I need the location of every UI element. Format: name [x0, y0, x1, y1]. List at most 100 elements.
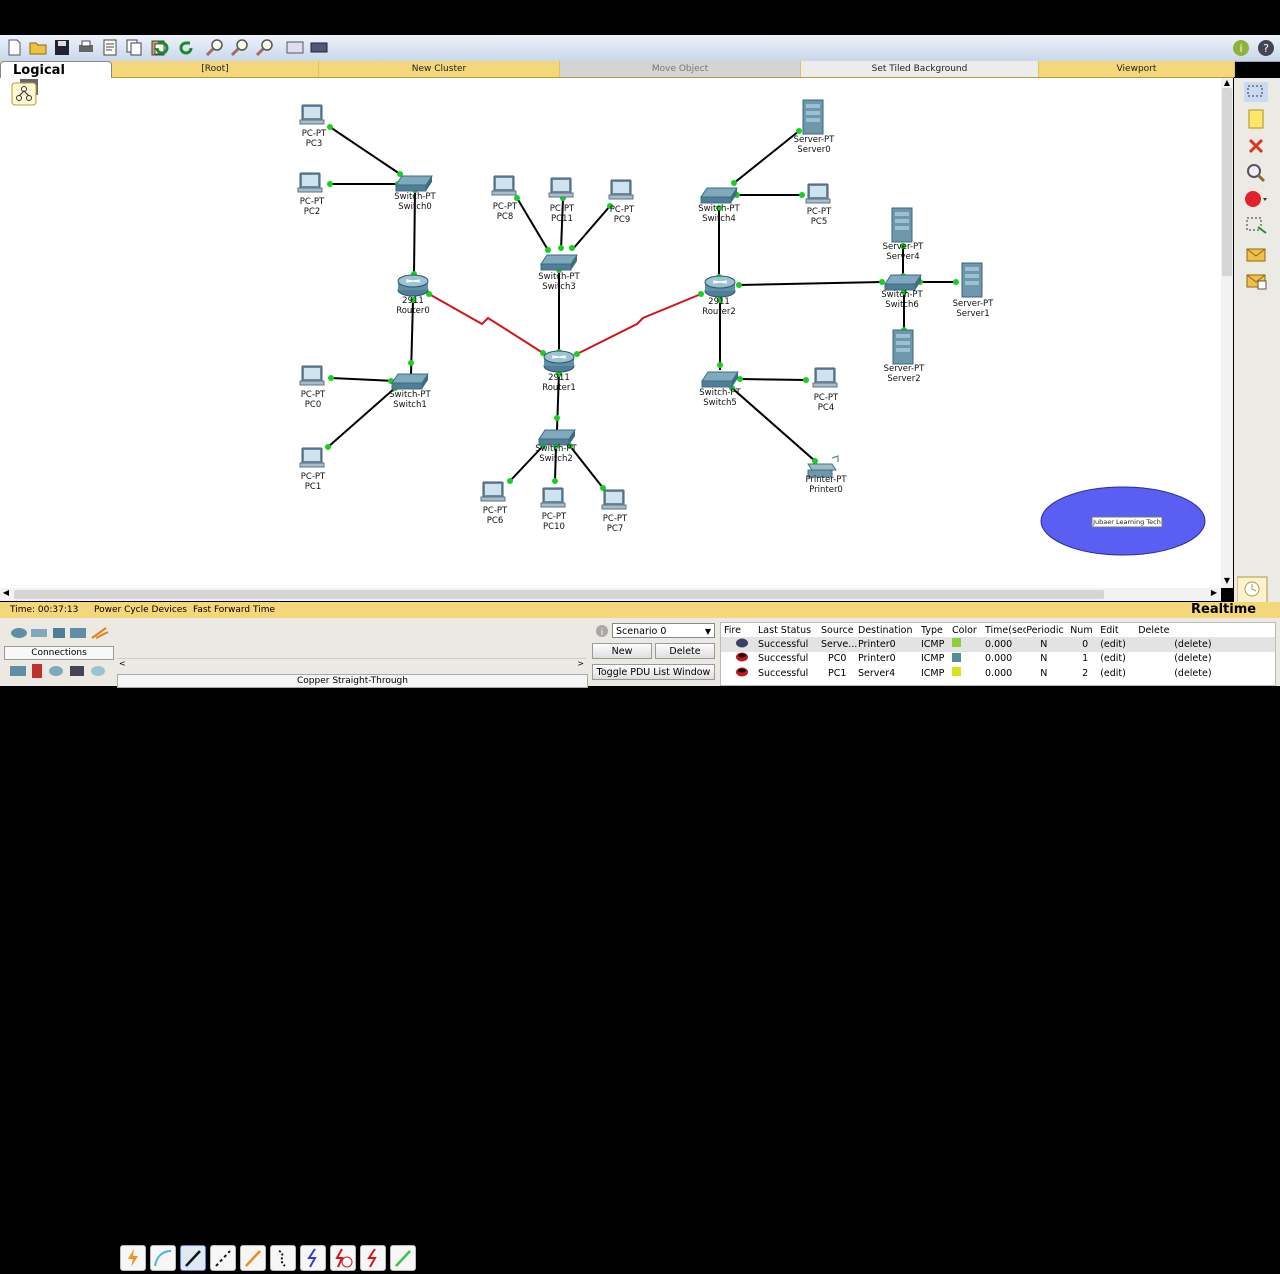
- pc3-icon[interactable]: [299, 104, 325, 125]
- pc7-icon[interactable]: [601, 489, 627, 510]
- switch4-icon[interactable]: [700, 187, 738, 204]
- draw-ellipse-tool-icon[interactable]: [1244, 189, 1268, 209]
- vertical-scrollbar[interactable]: ▲ ▼: [1221, 78, 1233, 588]
- cable-scroll-left-arrow[interactable]: <: [119, 659, 126, 668]
- zoom-out-icon[interactable]: [255, 38, 275, 57]
- hubs-category-icon[interactable]: [53, 628, 65, 638]
- wan-emulation-icon[interactable]: [91, 666, 105, 676]
- automatic-connection-icon[interactable]: [10, 666, 26, 676]
- switch2-icon[interactable]: [538, 429, 576, 446]
- link-switch5-pc4[interactable]: [739, 378, 807, 381]
- server4-icon[interactable]: [891, 207, 913, 243]
- connections-category-icon[interactable]: [91, 627, 109, 639]
- scroll-up-arrow[interactable]: ▲: [1221, 78, 1233, 88]
- pdu-delete-link[interactable]: (delete): [1138, 652, 1275, 667]
- link-router2-switch6[interactable]: [738, 281, 883, 286]
- new-scenario-button[interactable]: New: [592, 643, 652, 659]
- toggle-pdu-list-button[interactable]: Toggle PDU List Window: [592, 664, 715, 680]
- serial-link-router1-router2[interactable]: [576, 293, 702, 355]
- switches-category-icon[interactable]: [31, 629, 47, 637]
- power-cycle-devices-button[interactable]: Power Cycle Devices: [94, 602, 187, 618]
- console-cable-button[interactable]: [150, 1245, 176, 1271]
- vertical-scroll-thumb[interactable]: [1222, 88, 1232, 276]
- router2-icon[interactable]: [704, 275, 736, 298]
- switch3-icon[interactable]: [540, 254, 578, 271]
- realtime-mode-icon[interactable]: [1237, 573, 1273, 603]
- switch0-icon[interactable]: [395, 175, 433, 192]
- copy-icon[interactable]: [124, 38, 144, 57]
- save-icon[interactable]: [52, 38, 72, 57]
- pdu-row[interactable]: Successful PC1 Server4 ICMP 0.000 N 2 (e…: [721, 666, 1275, 681]
- router0-icon[interactable]: [397, 274, 429, 297]
- custom-device-icon[interactable]: [309, 38, 329, 57]
- routers-category-icon[interactable]: [11, 628, 27, 638]
- pc6-icon[interactable]: [480, 481, 506, 502]
- delete-tool-icon[interactable]: [1244, 136, 1268, 156]
- pdu-delete-link[interactable]: (delete): [1138, 666, 1275, 681]
- redo-icon[interactable]: [176, 38, 196, 57]
- pc11-icon[interactable]: [548, 177, 574, 198]
- fast-forward-time-button[interactable]: Fast Forward Time: [193, 602, 275, 618]
- zoom-in-icon[interactable]: [205, 38, 225, 57]
- horizontal-scrollbar[interactable]: ◀ ▶: [0, 588, 1221, 601]
- open-folder-icon[interactable]: [28, 38, 48, 57]
- pc2-icon[interactable]: [297, 172, 323, 193]
- fire-button[interactable]: [721, 666, 758, 681]
- server2-icon[interactable]: [892, 329, 914, 365]
- pc8-icon[interactable]: [491, 175, 517, 196]
- pc1-icon[interactable]: [299, 447, 325, 468]
- pdu-edit-link[interactable]: (edit): [1100, 637, 1138, 652]
- fiber-button[interactable]: [240, 1245, 266, 1271]
- serial-dte-button[interactable]: [360, 1245, 386, 1271]
- server0-icon[interactable]: [802, 99, 824, 135]
- switch6-icon[interactable]: [884, 274, 922, 291]
- switch1-icon[interactable]: [391, 373, 429, 390]
- pc4-icon[interactable]: [812, 367, 838, 388]
- coaxial-button[interactable]: [300, 1245, 326, 1271]
- add-complex-pdu-icon[interactable]: [1244, 271, 1268, 291]
- pdu-delete-link[interactable]: (delete): [1138, 637, 1275, 652]
- inspect-tool-icon[interactable]: [1244, 163, 1268, 183]
- note-tool-icon[interactable]: [1244, 109, 1268, 129]
- scenario-info-icon[interactable]: i: [595, 624, 609, 638]
- undo-icon[interactable]: [152, 38, 172, 57]
- multiuser-category-icon[interactable]: [49, 666, 63, 676]
- scroll-down-arrow[interactable]: ▼: [1221, 576, 1233, 586]
- move-object-button[interactable]: Move Object: [560, 61, 801, 77]
- fire-button[interactable]: [721, 652, 758, 667]
- copper-straight-through-button[interactable]: [180, 1245, 206, 1271]
- logical-tab[interactable]: Logical: [0, 61, 112, 78]
- root-button[interactable]: [Root]: [112, 61, 319, 77]
- copper-cross-over-button[interactable]: [210, 1245, 236, 1271]
- viewport-button[interactable]: Viewport: [1039, 61, 1235, 77]
- pdu-row[interactable]: Successful Serve... Printer0 ICMP 0.000 …: [721, 637, 1275, 652]
- print-icon[interactable]: [76, 38, 96, 57]
- router1-icon[interactable]: [543, 350, 575, 373]
- serial-link-router0-router1[interactable]: [428, 293, 544, 354]
- scroll-left-arrow[interactable]: ◀: [0, 588, 12, 601]
- horizontal-scroll-thumb[interactable]: [14, 590, 1104, 599]
- auto-connection-button[interactable]: [120, 1245, 146, 1271]
- new-cluster-button[interactable]: New Cluster: [319, 61, 560, 77]
- phone-cable-button[interactable]: [270, 1245, 296, 1271]
- info-icon[interactable]: i: [1231, 38, 1251, 57]
- link-pc0-switch1[interactable]: [330, 377, 396, 382]
- pc9-icon[interactable]: [608, 179, 634, 200]
- cable-list-scrollbar[interactable]: < >: [117, 658, 586, 671]
- octal-cable-button[interactable]: [390, 1245, 416, 1271]
- scroll-right-arrow[interactable]: ▶: [1208, 588, 1220, 601]
- console-cable-category-icon[interactable]: [32, 664, 42, 678]
- add-simple-pdu-icon[interactable]: [1244, 245, 1268, 265]
- palette-icon[interactable]: [285, 38, 305, 57]
- pc0-icon[interactable]: [299, 365, 325, 386]
- cable-scroll-right-arrow[interactable]: >: [577, 659, 584, 668]
- pdu-edit-link[interactable]: (edit): [1100, 652, 1138, 667]
- logical-workspace[interactable]: PC-PT PC3 PC-PT PC2 PC-PT PC0 PC-PT PC1 PC-P…: [0, 78, 1221, 588]
- wireless-category-icon[interactable]: [70, 628, 86, 638]
- switch5-icon[interactable]: [701, 371, 739, 388]
- pdu-edit-link[interactable]: (edit): [1100, 666, 1138, 681]
- topology-canvas[interactable]: [0, 78, 1221, 588]
- pdu-row[interactable]: Successful PC0 Printer0 ICMP 0.000 N 1 (…: [721, 652, 1275, 667]
- select-tool-icon[interactable]: [1244, 82, 1268, 102]
- zoom-reset-icon[interactable]: [230, 38, 250, 57]
